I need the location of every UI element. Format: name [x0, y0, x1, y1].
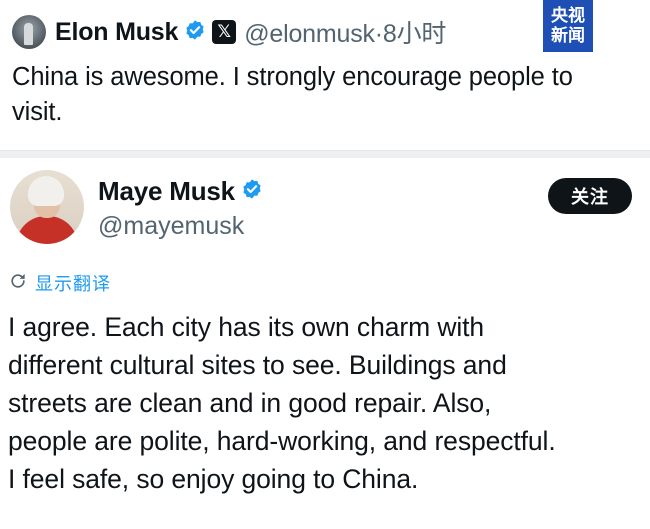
avatar[interactable] — [10, 170, 84, 244]
follow-button[interactable]: 关注 — [548, 178, 632, 214]
cctv-news-watermark: 央视 新闻 — [543, 0, 593, 52]
quoted-post-header: Elon Musk 𝕏 @elonmusk·8小时 — [12, 12, 446, 52]
post-text-line: people are polite, hard-working, and res… — [8, 426, 556, 456]
author-name[interactable]: Elon Musk — [55, 18, 178, 47]
x-logo-icon: 𝕏 — [212, 20, 237, 44]
avatar-figure — [28, 176, 64, 206]
verified-badge-icon — [241, 178, 263, 205]
watermark-line: 新闻 — [551, 26, 585, 46]
author-handle[interactable]: @mayemusk — [98, 212, 244, 241]
show-translation-label[interactable]: 显示翻译 — [35, 270, 111, 296]
post-text-line: I agree. Each city has its own charm wit… — [8, 312, 485, 342]
show-translation-link[interactable]: 显示翻译 — [8, 270, 111, 296]
watermark-line: 央视 — [551, 6, 585, 26]
avatar-figure — [16, 216, 78, 244]
post-text: I agree. Each city has its own charm wit… — [8, 308, 644, 498]
post-text-line: streets are clean and in good repair. Al… — [8, 388, 492, 418]
post-text-line: I feel safe, so enjoy going to China. — [8, 464, 419, 494]
translate-icon — [8, 271, 28, 296]
post-text-line: China is awesome. I strongly encourage p… — [12, 63, 573, 91]
post-text: China is awesome. I strongly encourage p… — [12, 60, 638, 130]
verified-badge-icon — [184, 19, 206, 46]
author-row: Maye Musk — [98, 176, 263, 207]
post-text-line: different cultural sites to see. Buildin… — [8, 350, 507, 380]
handle-and-time[interactable]: @elonmusk·8小时 — [244, 14, 446, 50]
author-name[interactable]: Maye Musk — [98, 176, 235, 207]
post-text-line: visit. — [12, 98, 63, 126]
reply-post[interactable]: Maye Musk @mayemusk 关注 显示翻译 I agree. Eac… — [0, 158, 650, 529]
avatar[interactable] — [12, 15, 46, 49]
